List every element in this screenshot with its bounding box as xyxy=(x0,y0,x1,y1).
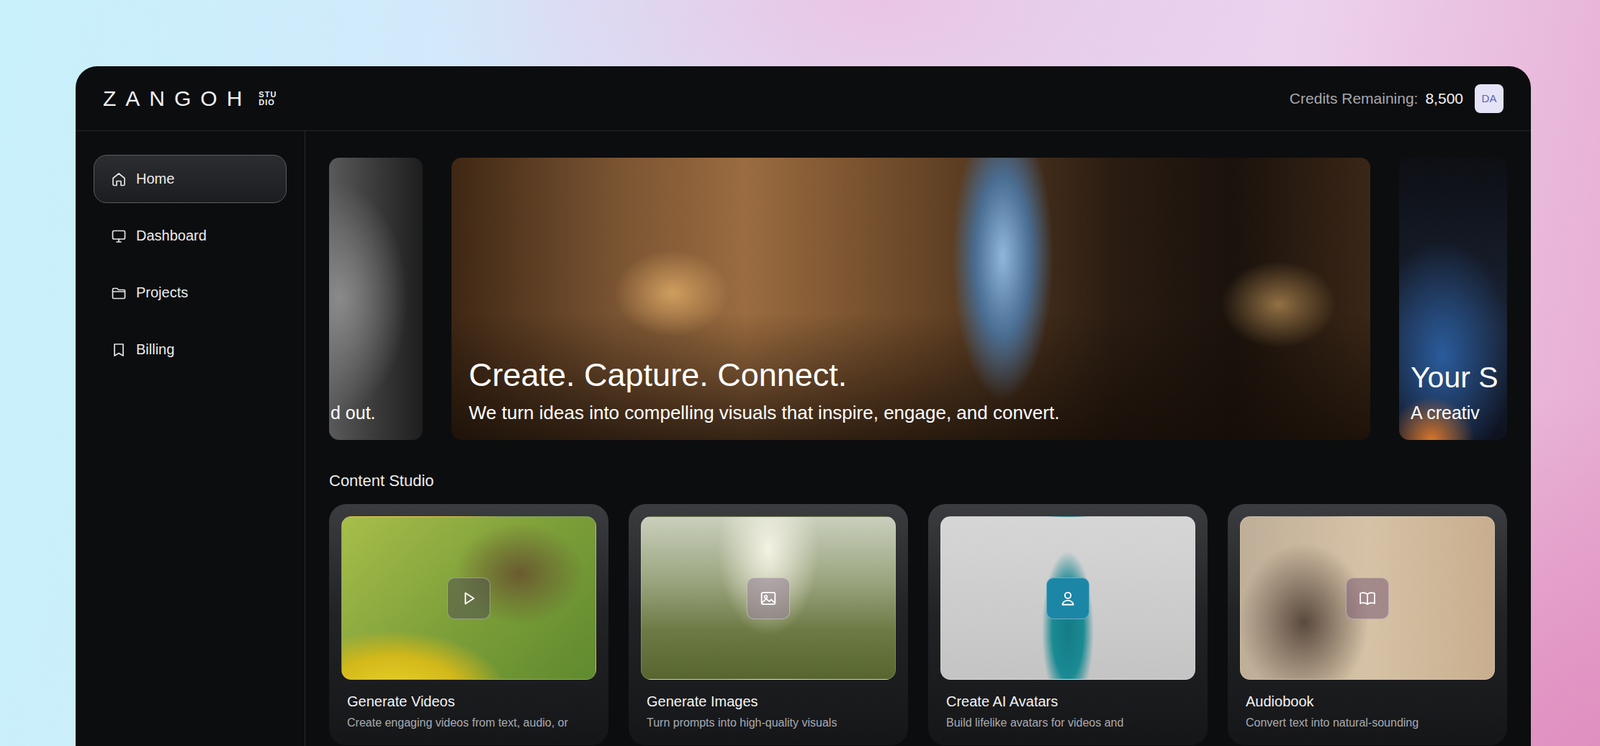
sidebar-item-label: Projects xyxy=(136,284,188,301)
sidebar-item[interactable]: Projects xyxy=(93,268,287,317)
studio-card[interactable]: Generate Images Turn prompts into high-qu… xyxy=(628,504,909,746)
card-icon-button[interactable] xyxy=(1345,577,1390,620)
person-icon xyxy=(1057,588,1078,609)
user-avatar[interactable]: DA xyxy=(1474,84,1504,114)
account-area: Credits Remaining: 8,500 DA xyxy=(1289,84,1504,114)
sidebar-item[interactable]: Home xyxy=(93,154,287,204)
logo-badge-line: STU xyxy=(258,90,277,99)
card-icon-button[interactable] xyxy=(1046,577,1090,620)
logo-badge-line: DIO xyxy=(258,98,277,107)
app-body: Home Dashboard Projects Billing d out. Create… xyxy=(75,131,1531,746)
slide-title: Your S xyxy=(1410,360,1508,395)
logo-badge: STUDIO xyxy=(258,90,277,107)
book-icon xyxy=(110,341,128,359)
folder-icon xyxy=(110,284,128,302)
sidebar: Home Dashboard Projects Billing xyxy=(75,131,306,746)
card-icon-button[interactable] xyxy=(447,577,491,620)
slide-subtitle: We turn ideas into compelling visuals th… xyxy=(468,401,1354,425)
slide-title: Create. Capture. Connect. xyxy=(468,356,1354,394)
card-title: Generate Videos xyxy=(341,692,597,710)
open-book-icon xyxy=(1357,588,1378,609)
hero-carousel[interactable]: d out. Create. Capture. Connect. We turn i… xyxy=(329,157,1508,440)
sidebar-item[interactable]: Billing xyxy=(93,325,287,374)
main-content: d out. Create. Capture. Connect. We turn i… xyxy=(305,131,1531,746)
slide-subtitle: d out. xyxy=(330,401,420,425)
sidebar-item-label: Home xyxy=(136,170,175,188)
studio-card[interactable]: Create AI Avatars Build lifelike avatars … xyxy=(928,504,1208,746)
card-description: Convert text into natural-sounding xyxy=(1239,715,1495,731)
sidebar-item-label: Dashboard xyxy=(136,227,207,245)
card-description: Create engaging videos from text, audio,… xyxy=(341,715,597,731)
credits-label: Credits Remaining: xyxy=(1289,90,1419,108)
card-image xyxy=(940,516,1196,680)
sidebar-item[interactable]: Dashboard xyxy=(93,211,287,260)
carousel-slide[interactable]: d out. xyxy=(329,157,423,440)
studio-card[interactable]: Audiobook Convert text into natural-sound… xyxy=(1227,504,1508,746)
sidebar-item-label: Billing xyxy=(136,341,175,358)
card-title: Create AI Avatars xyxy=(940,692,1196,710)
section-heading: Content Studio xyxy=(329,471,1508,491)
card-image xyxy=(341,516,597,680)
app-window: ZANGOH STUDIO Credits Remaining: 8,500 DA Hom… xyxy=(75,66,1531,746)
home-icon xyxy=(110,170,128,188)
logo[interactable]: ZANGOH STUDIO xyxy=(102,86,277,111)
card-title: Audiobook xyxy=(1239,692,1495,710)
page-background: ZANGOH STUDIO Credits Remaining: 8,500 DA Hom… xyxy=(0,0,1600,746)
carousel-slide[interactable]: Your S A creativ xyxy=(1399,157,1508,440)
card-description: Turn prompts into high-quality visuals xyxy=(640,715,896,731)
card-description: Build lifelike avatars for videos and xyxy=(940,715,1196,731)
card-image xyxy=(1239,516,1495,680)
play-icon xyxy=(458,588,479,609)
carousel-slide[interactable]: Create. Capture. Connect. We turn ideas i… xyxy=(451,157,1371,440)
top-bar: ZANGOH STUDIO Credits Remaining: 8,500 DA xyxy=(75,66,1531,132)
card-image xyxy=(640,516,896,680)
logo-text: ZANGOH xyxy=(102,86,252,111)
monitor-icon xyxy=(110,227,128,245)
image-icon xyxy=(758,588,779,609)
card-icon-button[interactable] xyxy=(746,577,790,620)
credits-value: 8,500 xyxy=(1425,90,1464,108)
content-studio-grid: Generate Videos Create engaging videos fr… xyxy=(329,504,1508,746)
card-title: Generate Images xyxy=(640,692,896,710)
slide-subtitle: A creativ xyxy=(1410,401,1508,425)
studio-card[interactable]: Generate Videos Create engaging videos fr… xyxy=(329,504,609,746)
